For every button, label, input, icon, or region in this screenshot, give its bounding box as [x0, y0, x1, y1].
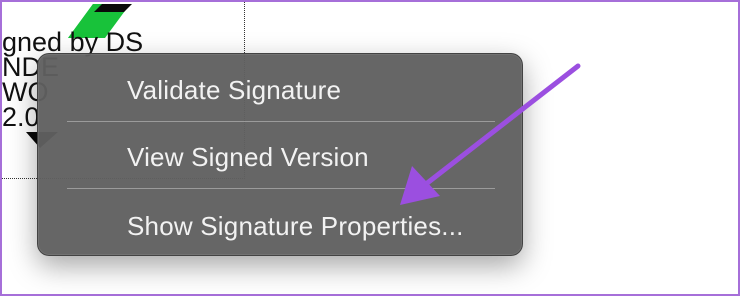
menu-item-view-signed-version[interactable]: View Signed Version: [38, 129, 522, 185]
menu-item-show-signature-properties[interactable]: Show Signature Properties...: [38, 198, 522, 254]
menu-item-validate-signature[interactable]: Validate Signature: [38, 62, 522, 118]
menu-separator: [67, 188, 495, 189]
signature-context-menu: Validate Signature View Signed Version S…: [37, 53, 523, 256]
menu-separator: [67, 121, 495, 122]
